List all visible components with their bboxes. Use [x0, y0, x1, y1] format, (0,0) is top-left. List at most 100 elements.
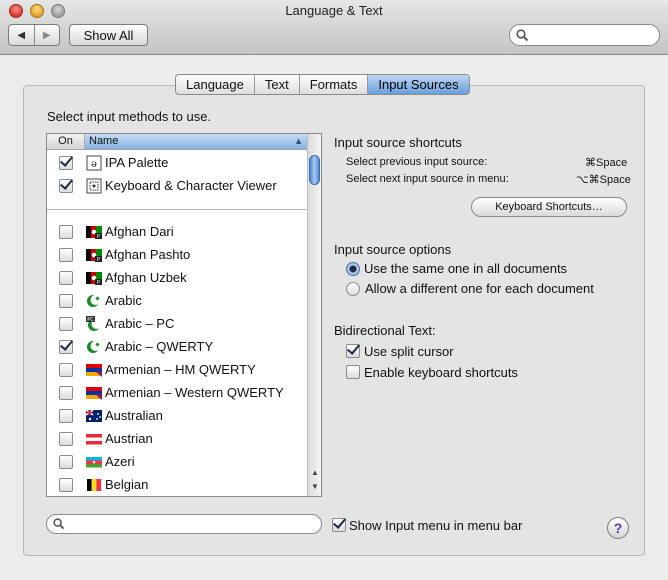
radio-different-label: Allow a different one for each document: [365, 281, 594, 296]
belgium-flag-icon: [86, 477, 102, 493]
enable-keyboard-shortcuts-checkbox[interactable]: [346, 365, 360, 379]
list-item-label: Keyboard & Character Viewer: [105, 178, 277, 193]
tab-bar: Language Text Formats Input Sources: [175, 74, 470, 95]
preferences-search-field[interactable]: [509, 24, 660, 46]
scrollbar-thumb[interactable]: [309, 155, 320, 185]
enable-checkbox[interactable]: [59, 408, 73, 423]
shortcuts-title: Input source shortcuts: [334, 135, 462, 150]
options-title: Input source options: [334, 242, 452, 257]
prev-source-label: Select previous input source:: [346, 156, 488, 168]
list-item-label: Australian: [105, 408, 163, 423]
list-header: On Name ▲: [47, 134, 307, 150]
list-item[interactable]: Belgian: [47, 473, 307, 496]
show-all-button[interactable]: Show All: [69, 24, 148, 46]
input-sources-list[interactable]: On Name ▲ ə IPA Palette Keyboard & Charact…: [46, 133, 322, 497]
enable-checkbox[interactable]: [59, 178, 73, 193]
list-item[interactable]: Australian: [47, 404, 307, 427]
input-source-search-field[interactable]: [46, 514, 322, 534]
bidi-title: Bidirectional Text:: [334, 323, 436, 338]
austria-flag-icon: [86, 431, 102, 447]
enable-checkbox[interactable]: [59, 247, 73, 262]
list-item-label: Azeri: [105, 454, 135, 469]
column-header-name-label: Name: [89, 135, 119, 147]
search-icon: [53, 518, 65, 530]
keyboard-shortcuts-button[interactable]: Keyboard Shortcuts…: [471, 197, 627, 217]
ipa-palette-icon: ə: [86, 155, 102, 171]
column-header-name[interactable]: Name ▲: [85, 134, 307, 149]
scroll-down-arrow-icon[interactable]: ▼: [308, 480, 321, 494]
enable-keyboard-shortcuts-label: Enable keyboard shortcuts: [364, 365, 518, 380]
enable-checkbox[interactable]: [59, 431, 73, 446]
list-item-label: Arabic – QWERTY: [105, 339, 214, 354]
help-question-icon: ?: [613, 520, 623, 536]
instruction-text: Select input methods to use.: [47, 109, 212, 124]
enable-checkbox[interactable]: [59, 339, 73, 354]
forward-button[interactable]: ▶: [33, 25, 60, 45]
crescent-icon: [86, 339, 102, 355]
afghanistan-flag-icon: P: [86, 270, 102, 286]
radio-different-each-document[interactable]: [346, 282, 360, 296]
list-item[interactable]: Arabic: [47, 289, 307, 312]
list-item-label: IPA Palette: [105, 155, 169, 170]
list-item[interactable]: PC Arabic – PC: [47, 312, 307, 335]
help-button[interactable]: ?: [607, 517, 629, 539]
back-arrow-icon: ◀: [17, 29, 26, 41]
list-item[interactable]: Keyboard & Character Viewer: [47, 174, 307, 197]
list-scrollbar[interactable]: ▲ ▼: [307, 134, 321, 496]
split-cursor-checkbox[interactable]: [346, 344, 360, 358]
radio-same-all-documents[interactable]: [346, 262, 360, 276]
list-item[interactable]: Azeri: [47, 450, 307, 473]
crescent-pc-icon: PC: [86, 315, 102, 332]
armenia-flag-icon: [86, 362, 102, 378]
list-item[interactable]: ə IPA Palette: [47, 151, 307, 174]
afghanistan-flag-icon: P: [86, 224, 102, 240]
back-forward-control: ◀ ▶: [8, 24, 60, 46]
column-header-on[interactable]: On: [47, 134, 85, 149]
list-item[interactable]: Arabic – QWERTY: [47, 335, 307, 358]
window-title: Language & Text: [285, 3, 383, 18]
armenia-flag-icon: [86, 385, 102, 401]
list-item-label: Afghan Dari: [105, 224, 174, 239]
list-item[interactable]: P Afghan Pashto: [47, 243, 307, 266]
tab-text[interactable]: Text: [253, 75, 299, 94]
tab-input-sources[interactable]: Input Sources: [367, 75, 469, 94]
crescent-icon: [86, 293, 102, 309]
svg-text:ə: ə: [91, 159, 97, 170]
back-button[interactable]: ◀: [9, 25, 34, 45]
svg-text:P: P: [97, 280, 100, 286]
list-item[interactable]: Austrian: [47, 427, 307, 450]
split-cursor-label: Use split cursor: [364, 344, 454, 359]
list-item-label: Armenian – Western QWERTY: [105, 385, 284, 400]
list-item[interactable]: Armenian – HM QWERTY: [47, 358, 307, 381]
tab-formats[interactable]: Formats: [298, 75, 368, 94]
list-separator: [47, 209, 307, 210]
enable-checkbox[interactable]: [59, 316, 73, 331]
enable-checkbox[interactable]: [59, 155, 73, 170]
sort-ascending-icon: ▲: [294, 136, 303, 146]
preferences-window: Language & Text ◀ ▶ Show All Language Tex…: [0, 0, 668, 580]
enable-checkbox[interactable]: [59, 270, 73, 285]
enable-checkbox[interactable]: [59, 362, 73, 377]
list-item-label: Austrian: [105, 431, 153, 446]
enable-checkbox[interactable]: [59, 385, 73, 400]
list-item[interactable]: P Afghan Dari: [47, 220, 307, 243]
list-item-label: Afghan Uzbek: [105, 270, 187, 285]
search-icon: [516, 29, 529, 42]
afghanistan-flag-icon: P: [86, 247, 102, 263]
enable-checkbox[interactable]: [59, 477, 73, 492]
keyboard-viewer-icon: [86, 178, 102, 194]
enable-checkbox[interactable]: [59, 224, 73, 239]
scroll-up-arrow-icon[interactable]: ▲: [308, 466, 321, 480]
enable-checkbox[interactable]: [59, 454, 73, 469]
list-item-label: Arabic: [105, 293, 142, 308]
australia-flag-icon: [85, 408, 102, 424]
prev-source-shortcut: ⌘Space: [585, 157, 628, 169]
show-input-menu-checkbox[interactable]: [332, 518, 346, 532]
list-item[interactable]: P Afghan Uzbek: [47, 266, 307, 289]
list-item-label: Arabic – PC: [105, 316, 175, 331]
next-source-shortcut: ⌥⌘Space: [576, 174, 631, 186]
next-source-label: Select next input source in menu:: [346, 173, 509, 185]
tab-language[interactable]: Language: [176, 75, 254, 94]
list-item[interactable]: Armenian – Western QWERTY: [47, 381, 307, 404]
enable-checkbox[interactable]: [59, 293, 73, 308]
